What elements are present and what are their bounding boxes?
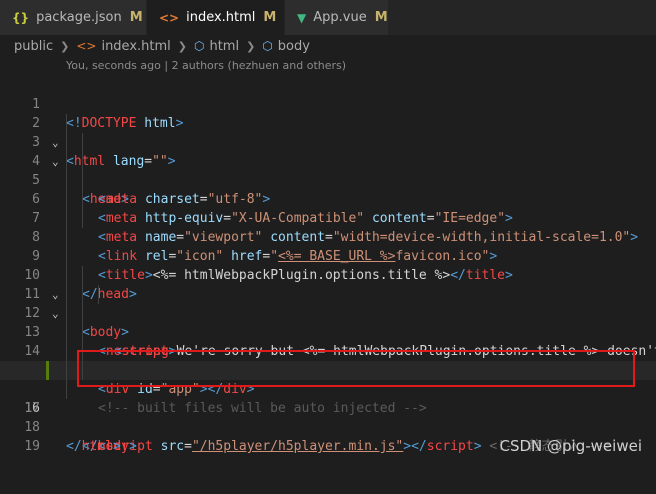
code-line: 10 ⌄ <body> (0, 247, 656, 340)
code-editor[interactable]: 1 <!DOCTYPE html> 2 ⌄ <html lang=""> 3 ⌄… (0, 76, 656, 454)
code-line: 8 <title><%= htmlWebpackPlugin.options.t… (0, 209, 656, 283)
tab-label: App.vue (313, 10, 367, 25)
watermark: CSDN @pig-weiwei (499, 437, 643, 455)
chevron-right-icon: ❯ (60, 39, 70, 53)
breadcrumb-file[interactable]: index.html (101, 39, 170, 54)
code-line: 4 <meta charset="utf-8"> (0, 133, 656, 207)
modified-badge: M (263, 10, 277, 25)
vue-file-icon: ▼ (297, 10, 307, 25)
git-modified-indicator (46, 361, 49, 380)
code-line: 7 <link rel="icon" href="<%= BASE_URL %>… (0, 190, 656, 264)
code-line: 3 ⌄ <head> (0, 114, 656, 207)
breadcrumb: public ❯ <> index.html ❯ ⬡ html ❯ ⬡ body (0, 35, 656, 57)
code-line: 9 </head> (0, 228, 656, 302)
line-number: 19 (24, 439, 40, 454)
code-line: 14 <div id="app"></div> (0, 323, 656, 397)
tab-package-json[interactable]: {} package.json M (0, 0, 147, 35)
code-line: 19 (0, 418, 656, 454)
code-line: 13 </noscript> (0, 304, 656, 378)
code-line: 5 <meta http-equiv="X-UA-Compatible" con… (0, 152, 656, 226)
html-file-icon: <> (76, 39, 97, 53)
html-file-icon: <> (159, 10, 180, 25)
breadcrumb-node-body[interactable]: body (278, 39, 310, 54)
code-line: 2 ⌄ <html lang=""> (0, 95, 656, 169)
code-line: 15 <!-- built files will be auto injecte… (0, 342, 656, 416)
modified-badge: M (374, 10, 388, 25)
tab-label: index.html (186, 10, 256, 25)
code-line: 11 ⌄ <noscript> (0, 266, 656, 359)
code-line: 18 </html> (0, 399, 656, 454)
tab-label: package.json (36, 10, 122, 25)
code-line: 17 </body> (0, 380, 656, 454)
json-file-icon: {} (12, 10, 30, 25)
editor-tab-bar: {} package.json M <> index.html M × ▼ Ap… (0, 0, 656, 35)
chevron-right-icon: ❯ (246, 39, 256, 53)
breadcrumb-node-html[interactable]: html (209, 39, 239, 54)
element-cube-icon: ⬡ (193, 39, 205, 53)
code-line: 1 <!DOCTYPE html> (0, 76, 656, 131)
chevron-right-icon: ❯ (177, 39, 187, 53)
git-blame-annotation[interactable]: You, seconds ago | 2 authors (hezhuen an… (66, 57, 346, 75)
modified-badge: M (129, 10, 143, 25)
element-cube-icon: ⬡ (262, 39, 273, 53)
code-line: 6 <meta name="viewport" content="width=d… (0, 171, 656, 245)
tab-index-html[interactable]: <> index.html M × (147, 0, 298, 35)
code-line-current: 16 <script src="/h5player/h5player.min.j… (0, 361, 656, 454)
tab-app-vue[interactable]: ▼ App.vue M (285, 0, 389, 35)
code-line: 12 <strong>We're sorry but <%= htmlWebpa… (0, 285, 656, 359)
breadcrumb-folder[interactable]: public (14, 39, 53, 54)
